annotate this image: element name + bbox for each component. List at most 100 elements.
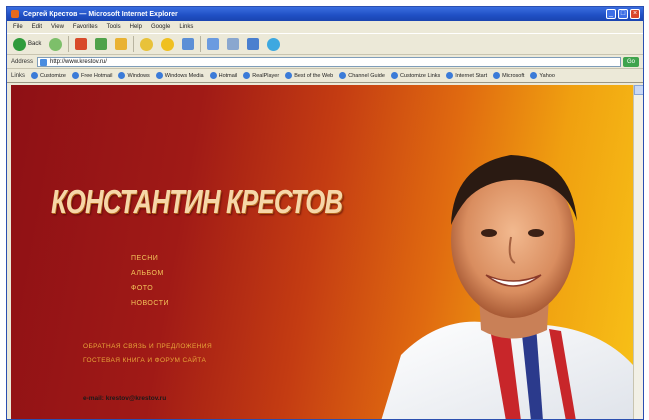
link-icon (72, 72, 79, 79)
history-button[interactable] (180, 36, 196, 52)
link-item[interactable]: Yahoo (530, 72, 555, 79)
edit-button[interactable] (245, 36, 261, 52)
link-icon (285, 72, 293, 79)
menu-file[interactable]: File (13, 24, 23, 30)
link-item[interactable]: Channel Guide (339, 72, 385, 79)
menu-help[interactable]: Help (130, 24, 142, 30)
browser-window: Сергей Крестов — Microsoft Internet Expl… (6, 6, 644, 420)
print-icon (227, 38, 240, 50)
toolbar-separator (133, 36, 135, 52)
refresh-icon (95, 38, 108, 50)
window-title: Сергей Крестов — Microsoft Internet Expl… (23, 10, 178, 18)
link-item[interactable]: Customize (31, 72, 66, 79)
back-icon (13, 37, 26, 51)
link-item[interactable]: Windows Media (155, 72, 204, 79)
menu-link-album[interactable]: АЛЬБОМ (131, 270, 169, 277)
link-text: Best of the Web (294, 72, 334, 79)
link-item[interactable]: Windows (118, 72, 150, 79)
menu-link-guestbook[interactable]: ГОСТЕВАЯ КНИГА И ФОРУМ САЙТА (83, 357, 212, 364)
menu-link-photo[interactable]: ФОТО (131, 285, 169, 292)
link-icon (118, 72, 126, 79)
mail-icon (207, 38, 220, 50)
site-title: КОНСТАНТИН КРЕСТОВ (51, 183, 343, 220)
maximize-button[interactable]: □ (618, 9, 628, 19)
menu-link-news[interactable]: НОВОСТИ (131, 300, 169, 307)
address-label: Address (11, 58, 34, 65)
link-text: Internet Start (455, 72, 488, 79)
link-icon (155, 72, 163, 79)
address-input[interactable]: http://www.krestov.ru/ (37, 56, 621, 67)
menu-tools[interactable]: Tools (107, 24, 121, 30)
link-text: Microsoft (502, 72, 525, 79)
toolbar-separator (200, 36, 202, 52)
home-button[interactable] (113, 36, 129, 52)
menu-link-songs[interactable]: ПЕСНИ (131, 255, 169, 262)
menu-google[interactable]: Google (151, 24, 170, 30)
messenger-icon (267, 37, 281, 51)
link-text: Customize (40, 72, 66, 79)
back-button[interactable]: Back (11, 36, 43, 52)
link-icon (446, 72, 454, 79)
links-label: Links (11, 72, 26, 79)
window-controls: _ □ × (606, 9, 640, 19)
singer-portrait (381, 155, 639, 419)
link-icon (243, 72, 251, 79)
address-url: http://www.krestov.ru/ (50, 58, 107, 65)
close-button[interactable]: × (630, 9, 640, 19)
address-bar: Address http://www.krestov.ru/ (7, 55, 643, 69)
search-button[interactable] (138, 36, 155, 52)
standard-toolbar: Back (7, 33, 643, 55)
vertical-scrollbar[interactable] (633, 85, 643, 419)
link-icon (493, 72, 501, 79)
title-bar[interactable]: Сергей Крестов — Microsoft Internet Expl… (7, 7, 643, 21)
links-bar: Links Customize Free Hotmail Windows Win… (7, 69, 643, 83)
edit-icon (247, 38, 260, 50)
back-label: Back (28, 41, 42, 47)
link-icon (390, 72, 398, 79)
link-item[interactable]: Free Hotmail (72, 72, 112, 79)
refresh-button[interactable] (93, 36, 109, 52)
link-item[interactable]: Customize Links (390, 72, 441, 79)
scroll-up-button[interactable] (634, 85, 643, 95)
main-menu: ПЕСНИ АЛЬБОМ ФОТО НОВОСТИ (131, 255, 169, 307)
toolbar-separator (68, 36, 70, 52)
link-text: Hotmail (218, 72, 238, 79)
stop-button[interactable] (73, 36, 89, 52)
home-icon (115, 38, 128, 50)
contact-email[interactable]: e-mail: krestov@krestov.ru (83, 395, 166, 402)
history-icon (182, 38, 195, 50)
stop-icon (75, 38, 88, 50)
page-icon (40, 58, 48, 66)
mail-button[interactable] (205, 36, 221, 52)
menu-edit[interactable]: Edit (32, 24, 42, 30)
link-item[interactable]: Microsoft (493, 72, 524, 79)
search-icon (140, 37, 154, 51)
link-icon (339, 72, 347, 79)
forward-button[interactable] (47, 36, 64, 52)
link-item[interactable]: RealPlayer (243, 72, 279, 79)
link-icon (209, 72, 217, 79)
forward-icon (49, 37, 63, 51)
link-icon (530, 72, 538, 79)
favorites-button[interactable] (159, 36, 176, 52)
link-text: Channel Guide (348, 72, 385, 79)
link-item[interactable]: Hotmail (209, 72, 238, 79)
screenshot-frame: Сергей Крестов — Microsoft Internet Expl… (0, 0, 649, 420)
minimize-button[interactable]: _ (606, 9, 616, 19)
link-text: Customize Links (399, 72, 441, 79)
go-button[interactable]: Go (623, 57, 639, 67)
menu-view[interactable]: View (51, 24, 64, 30)
link-text: Yahoo (539, 72, 555, 79)
print-button[interactable] (225, 36, 241, 52)
link-text: Windows Media (164, 72, 204, 79)
menu-links[interactable]: Links (179, 24, 193, 30)
link-item[interactable]: Internet Start (446, 72, 487, 79)
menu-favorites[interactable]: Favorites (73, 24, 98, 30)
link-text: RealPlayer (252, 72, 280, 79)
link-icon (31, 72, 39, 79)
messenger-button[interactable] (265, 36, 282, 52)
favorites-icon (161, 37, 175, 51)
link-item[interactable]: Best of the Web (285, 72, 333, 79)
link-text: Windows (127, 72, 150, 79)
menu-link-feedback[interactable]: ОБРАТНАЯ СВЯЗЬ И ПРЕДЛОЖЕНИЯ (83, 343, 212, 350)
